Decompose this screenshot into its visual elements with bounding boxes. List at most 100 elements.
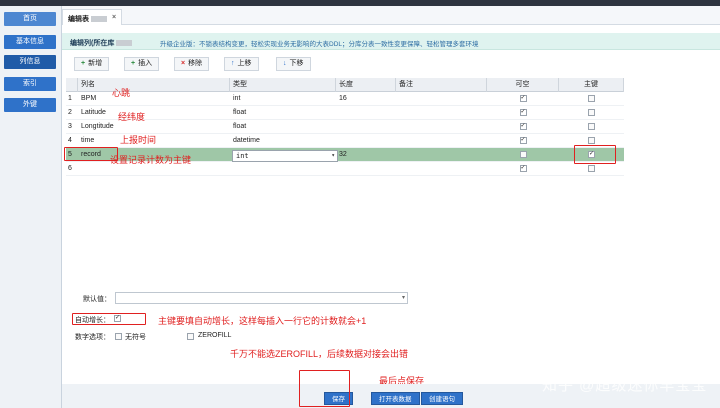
upgrade-note[interactable]: 升级企业版：不锁表结构变更，轻松实现业务无影响的大表DDL；分库分表一致性变更保…	[160, 38, 479, 48]
row-num: 6	[68, 165, 72, 172]
sidebar-item-foreign-keys[interactable]: 外键	[4, 98, 56, 112]
toolbar: + 新增 + 插入 × 移除 ↑ 上移 ↓ 下移	[62, 51, 720, 73]
row-num: 3	[68, 123, 72, 130]
annotation-auto-increment: 主键要填自动增长，这样每插入一行它的计数就会+1	[158, 316, 367, 326]
table-row[interactable]: 1 BPM int 16 ✓	[66, 92, 624, 106]
nullable-cell	[487, 148, 559, 162]
highlight-record-name	[64, 147, 118, 161]
column-type[interactable]: int	[230, 92, 336, 106]
insert-column-button[interactable]: + 插入	[124, 57, 160, 71]
primary-key-checkbox[interactable]	[588, 108, 595, 116]
column-note[interactable]	[396, 134, 487, 148]
default-value-input[interactable]: ▾	[115, 292, 408, 304]
main-panel: 编辑表 × 编辑列(所在库 升级企业版：不锁表结构变更，轻松实现业务无影响的大表…	[62, 6, 720, 408]
nullable-checkbox[interactable]	[519, 150, 527, 158]
move-down-button[interactable]: ↓ 下移	[276, 57, 311, 71]
sidebar: 首页 基本信息 列信息 索引 外键	[0, 6, 62, 408]
nullable-checkbox[interactable]: ✓	[519, 94, 527, 102]
annotation-zerofill-warning: 千万不能选ZEROFILL，后续数据对接会出错	[230, 349, 409, 359]
nullable-checkbox[interactable]: ✓	[519, 164, 527, 172]
sidebar-item-columns[interactable]: 列信息	[4, 55, 56, 69]
nullable-checkbox[interactable]: ✓	[519, 108, 527, 116]
table-row[interactable]: 2 Latitude float ✓	[66, 106, 624, 120]
remove-icon: ×	[181, 60, 186, 67]
chevron-down-icon: ▾	[401, 295, 405, 301]
column-type[interactable]: float	[230, 120, 336, 134]
primary-key-checkbox[interactable]	[588, 94, 595, 102]
column-note[interactable]	[396, 162, 487, 176]
app-window: 首页 基本信息 列信息 索引 外键 编辑表 × 编辑列(所在库 升级企业版：不锁…	[0, 0, 720, 408]
column-length[interactable]	[336, 106, 396, 120]
tab-label: 编辑表	[68, 16, 89, 23]
column-type[interactable]	[230, 162, 336, 176]
auto-increment-label: 自动增长：	[75, 317, 110, 324]
columns-table: 列名 类型 长度 备注 可空 主键 1 BPM int 16 ✓ 2 Latit…	[66, 78, 624, 186]
header-type[interactable]: 类型	[230, 78, 336, 92]
pk-cell	[559, 162, 624, 176]
header-note[interactable]: 备注	[396, 78, 487, 92]
column-note[interactable]	[396, 106, 487, 120]
annotation-record-pk: 设置记录计数为主键	[110, 155, 192, 165]
primary-key-checkbox[interactable]	[588, 136, 595, 144]
row-num: 1	[68, 95, 72, 102]
primary-key-checkbox[interactable]	[588, 122, 595, 130]
header-length[interactable]: 长度	[336, 78, 396, 92]
nullable-cell: ✓	[487, 134, 559, 148]
chevron-down-icon: ▾	[331, 152, 335, 159]
column-type[interactable]: float	[230, 106, 336, 120]
unsigned-checkbox[interactable]	[115, 333, 122, 340]
arrow-up-icon: ↑	[231, 60, 235, 67]
pk-cell	[559, 120, 624, 134]
column-type[interactable]: datetime	[230, 134, 336, 148]
column-note[interactable]	[396, 148, 487, 162]
column-note[interactable]	[396, 120, 487, 134]
column-name[interactable]: Longtitude	[78, 120, 230, 134]
row-num: 2	[68, 109, 72, 116]
create-statement-button[interactable]: 创建语句	[421, 392, 463, 405]
pk-cell	[559, 106, 624, 120]
column-length[interactable]	[336, 120, 396, 134]
column-name[interactable]: BPM	[78, 92, 230, 106]
header-nullable[interactable]: 可空	[487, 78, 559, 92]
column-length[interactable]: 16	[336, 92, 396, 106]
primary-key-checkbox[interactable]	[588, 164, 595, 172]
remove-column-button[interactable]: × 移除	[174, 57, 210, 71]
redacted-text	[116, 40, 133, 47]
highlight-primary-key	[574, 145, 616, 164]
sidebar-item-indexes[interactable]: 索引	[4, 77, 56, 91]
nullable-checkbox[interactable]: ✓	[519, 122, 527, 130]
table-row[interactable]: 3 Longtitude float ✓	[66, 120, 624, 134]
open-table-data-button[interactable]: 打开表数据	[371, 392, 420, 405]
column-length[interactable]: 32	[336, 148, 396, 162]
close-icon[interactable]: ×	[112, 14, 116, 21]
annotation-latlng: 经纬度	[118, 112, 146, 122]
insert-icon: +	[131, 60, 136, 67]
tab-edit-table[interactable]: 编辑表 ×	[62, 9, 122, 25]
nullable-cell: ✓	[487, 106, 559, 120]
arrow-down-icon: ↓	[283, 60, 287, 67]
column-length[interactable]	[336, 134, 396, 148]
numeric-options-label: 数字选项：	[75, 334, 110, 341]
default-value-label: 默认值：	[83, 296, 111, 303]
column-note[interactable]	[396, 92, 487, 106]
pk-cell	[559, 92, 624, 106]
plus-icon: +	[81, 60, 86, 67]
watermark: 知乎 @超级迷你羊宝宝	[542, 377, 708, 394]
nullable-checkbox[interactable]: ✓	[519, 136, 527, 144]
redacted-text	[91, 16, 107, 23]
column-length[interactable]	[336, 162, 396, 176]
sidebar-item-basic-info[interactable]: 基本信息	[4, 35, 56, 49]
zerofill-checkbox[interactable]	[187, 333, 194, 340]
column-type-select[interactable]: int ▾	[232, 150, 338, 162]
header-name[interactable]: 列名	[78, 78, 230, 92]
auto-increment-checkbox[interactable]: ✓	[114, 315, 121, 322]
column-name[interactable]: Latitude	[78, 106, 230, 120]
tab-strip: 编辑表 ×	[62, 6, 720, 25]
upgrade-banner: 编辑列(所在库 升级企业版：不锁表结构变更，轻松实现业务无影响的大表DDL；分库…	[62, 33, 720, 50]
page-title: 编辑列(所在库	[70, 38, 133, 48]
move-up-button[interactable]: ↑ 上移	[224, 57, 259, 71]
sidebar-item-home[interactable]: 首页	[4, 12, 56, 26]
add-column-button[interactable]: + 新增	[74, 57, 110, 71]
highlight-save-button	[299, 370, 350, 407]
header-primary-key[interactable]: 主键	[559, 78, 624, 92]
